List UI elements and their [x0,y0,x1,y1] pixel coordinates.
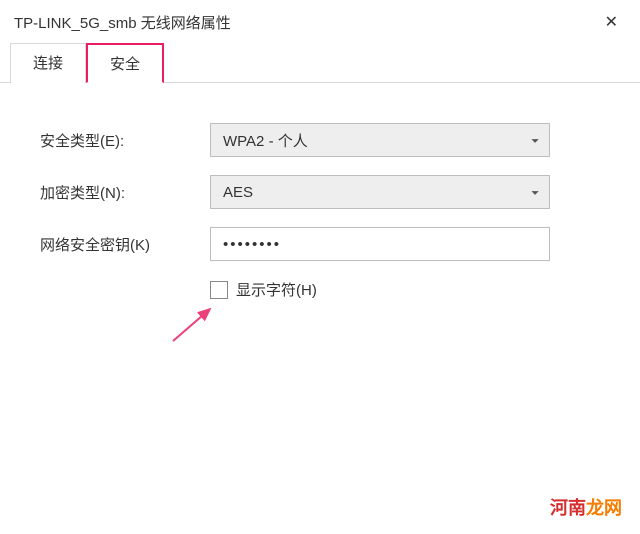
chevron-down-icon: 🞃 [531,186,539,199]
row-show-characters: 显示字符(H) [210,279,610,300]
select-security-type-value: WPA2 - 个人 [223,130,308,151]
label-show-characters: 显示字符(H) [236,279,317,300]
watermark-part1: 河南 [550,498,586,518]
watermark-part2: 龙网 [586,498,622,518]
checkbox-show-characters[interactable] [210,281,228,299]
watermark: 河南龙网 [550,494,622,520]
tab-connection[interactable]: 连接 [10,43,86,83]
row-security-type: 安全类型(E): WPA2 - 个人 🞃 [40,123,610,157]
input-network-key-value: •••••••• [223,236,281,253]
chevron-down-icon: 🞃 [531,134,539,147]
tab-security[interactable]: 安全 [86,43,164,83]
label-network-key: 网络安全密钥(K) [40,234,210,255]
row-network-key: 网络安全密钥(K) •••••••• [40,227,610,261]
window-title: TP-LINK_5G_smb 无线网络属性 [14,12,231,33]
select-encryption-type[interactable]: AES 🞃 [210,175,550,209]
select-encryption-type-value: AES [223,184,253,201]
row-encryption-type: 加密类型(N): AES 🞃 [40,175,610,209]
tab-content: 安全类型(E): WPA2 - 个人 🞃 加密类型(N): AES 🞃 网络安全… [0,83,640,330]
close-icon[interactable]: ✕ [597,8,626,36]
titlebar: TP-LINK_5G_smb 无线网络属性 ✕ [0,0,640,42]
tab-bar: 连接 安全 [0,42,640,83]
label-encryption-type: 加密类型(N): [40,182,210,203]
input-network-key[interactable]: •••••••• [210,227,550,261]
select-security-type[interactable]: WPA2 - 个人 🞃 [210,123,550,157]
label-security-type: 安全类型(E): [40,130,210,151]
